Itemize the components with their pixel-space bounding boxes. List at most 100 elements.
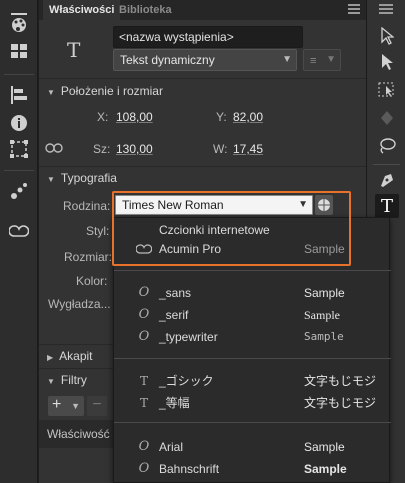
- italic-o-icon: O: [138, 329, 150, 344]
- family-label: Rodzina:: [63, 199, 111, 213]
- text-tool-glyph-icon: T: [67, 38, 81, 62]
- font-family-dropdown: Czcionki internetowe Acumin Pro Sample O…: [113, 217, 391, 483]
- instance-name-input[interactable]: <nazwa wystąpienia>: [113, 26, 303, 48]
- creative-cloud-icon[interactable]: [8, 220, 30, 242]
- font-family-value: Times New Roman: [122, 198, 224, 212]
- toolbar-divider: [4, 74, 34, 75]
- collapse-triangle-icon: ▼: [47, 175, 55, 184]
- orientation-icon: ≡: [310, 55, 317, 67]
- dropdown-divider: [114, 422, 391, 423]
- subselection-tool-icon[interactable]: [375, 50, 399, 74]
- font-item-name: _等幅: [159, 396, 190, 410]
- dropdown-divider: [114, 270, 391, 271]
- italic-o-icon: O: [138, 461, 150, 476]
- italic-o-icon: O: [138, 439, 150, 454]
- web-fonts-button[interactable]: [315, 195, 333, 215]
- toolbar-divider: [373, 164, 400, 165]
- free-transform-tool-icon[interactable]: [375, 78, 399, 102]
- components-icon[interactable]: [8, 180, 30, 202]
- color-label: Kolor:: [76, 274, 108, 288]
- font-family-select[interactable]: Times New Roman ▼: [115, 195, 313, 215]
- info-icon[interactable]: [8, 112, 30, 134]
- width-label: Sz:: [93, 142, 111, 156]
- font-item-sample: Sample: [304, 286, 345, 300]
- tools-menu-icon[interactable]: [379, 4, 393, 14]
- chevron-down-icon: ▼: [326, 54, 336, 65]
- height-value[interactable]: 17,45: [233, 142, 263, 156]
- font-item-name: _typewriter: [159, 330, 218, 344]
- align-icon[interactable]: [8, 84, 30, 106]
- expand-triangle-icon: ▶: [47, 353, 54, 362]
- font-item-typewriter[interactable]: O _typewriter Sample: [114, 326, 391, 348]
- font-item-arial[interactable]: O Arial Sample: [114, 436, 391, 458]
- collapse-triangle-icon: ▼: [47, 88, 55, 97]
- chevron-down-icon: ▼: [282, 54, 292, 65]
- section-divider: [39, 166, 366, 167]
- font-item-sample: Sample: [304, 330, 344, 343]
- pen-tool-icon[interactable]: [375, 168, 399, 192]
- minus-icon: −: [92, 396, 102, 413]
- section-paragraph-title: Akapit: [59, 349, 93, 363]
- font-item-sample: 文字もじモジ: [304, 396, 377, 410]
- font-item-name: _sans: [159, 286, 192, 300]
- font-item-gothic[interactable]: T _ゴシック 文字もじモジ: [114, 370, 391, 392]
- truetype-icon: T: [139, 396, 148, 410]
- font-item-sample: Sample: [304, 462, 347, 476]
- font-item-name: Arial: [159, 440, 184, 454]
- cloud-font-icon: [135, 238, 153, 262]
- chevron-down-icon: ▼: [71, 401, 80, 411]
- 3d-rotation-tool-icon[interactable]: [375, 106, 399, 130]
- font-item-monospace-jp[interactable]: T _等幅 文字もじモジ: [114, 392, 391, 414]
- font-item-sample: 文字もじモジ: [304, 374, 377, 388]
- font-item-bahnschrift[interactable]: O Bahnschrift Sample: [114, 458, 391, 480]
- text-type-select[interactable]: Tekst dynamiczny ▼: [113, 49, 297, 71]
- font-item-name: _ゴシック: [159, 374, 214, 388]
- panel-menu-icon[interactable]: [348, 4, 360, 14]
- text-tool-icon[interactable]: T: [375, 194, 399, 218]
- font-item-sans[interactable]: O _sans Sample: [114, 282, 391, 304]
- left-toolbar: [0, 0, 38, 483]
- filters-property-column[interactable]: Właściwość: [47, 427, 110, 441]
- text-type-value: Tekst dynamiczny: [120, 53, 215, 67]
- font-item-serif[interactable]: O _serif Sample: [114, 304, 391, 326]
- text-orientation-select[interactable]: ≡ ▼: [303, 49, 341, 71]
- section-typography-title: Typografia: [60, 171, 117, 185]
- y-value[interactable]: 82,00: [233, 110, 263, 124]
- size-label: Rozmiar:: [64, 250, 113, 264]
- lasso-tool-icon[interactable]: [375, 134, 399, 158]
- link-proportions-icon[interactable]: [45, 142, 63, 157]
- remove-filter-button[interactable]: −: [87, 396, 107, 416]
- transform-icon[interactable]: [8, 138, 30, 160]
- plus-icon: +: [52, 396, 62, 413]
- smoothing-label: Wygładza...: [48, 297, 111, 311]
- swatches-grid-icon[interactable]: [8, 40, 30, 62]
- truetype-icon: T: [139, 374, 148, 388]
- font-item-name: Acumin Pro: [159, 242, 222, 256]
- width-value[interactable]: 130,00: [116, 142, 153, 156]
- font-item-sample: Sample: [304, 440, 345, 454]
- section-typography-header[interactable]: ▼ Typografia: [39, 168, 366, 188]
- section-position-header[interactable]: ▼ Położenie i rozmiar: [39, 81, 366, 101]
- dropdown-divider: [114, 358, 391, 359]
- font-item-acumin-pro[interactable]: Acumin Pro Sample: [114, 238, 391, 260]
- tab-library[interactable]: Biblioteka: [113, 0, 178, 20]
- globe-icon: [318, 199, 330, 211]
- section-divider: [39, 78, 366, 79]
- style-label: Styl:: [86, 224, 110, 238]
- panel-tabs: Właściwości Biblioteka: [39, 0, 366, 20]
- italic-o-icon: O: [138, 307, 150, 322]
- palette-icon[interactable]: [8, 14, 30, 36]
- chevron-down-icon: ▼: [298, 199, 308, 210]
- x-value[interactable]: 108,00: [116, 110, 153, 124]
- section-position-title: Położenie i rozmiar: [60, 84, 163, 98]
- height-label: W:: [213, 142, 228, 156]
- selection-tool-icon[interactable]: [375, 24, 399, 48]
- font-item-sample: Sample: [304, 242, 345, 256]
- web-fonts-section-header: Czcionki internetowe: [114, 219, 391, 240]
- y-label: Y:: [216, 110, 227, 124]
- collapse-triangle-icon: ▼: [47, 377, 55, 386]
- tab-properties[interactable]: Właściwości: [43, 0, 121, 20]
- section-filters-title: Filtry: [60, 373, 87, 387]
- add-filter-button[interactable]: + ▼: [48, 396, 84, 416]
- x-label: X:: [97, 110, 109, 124]
